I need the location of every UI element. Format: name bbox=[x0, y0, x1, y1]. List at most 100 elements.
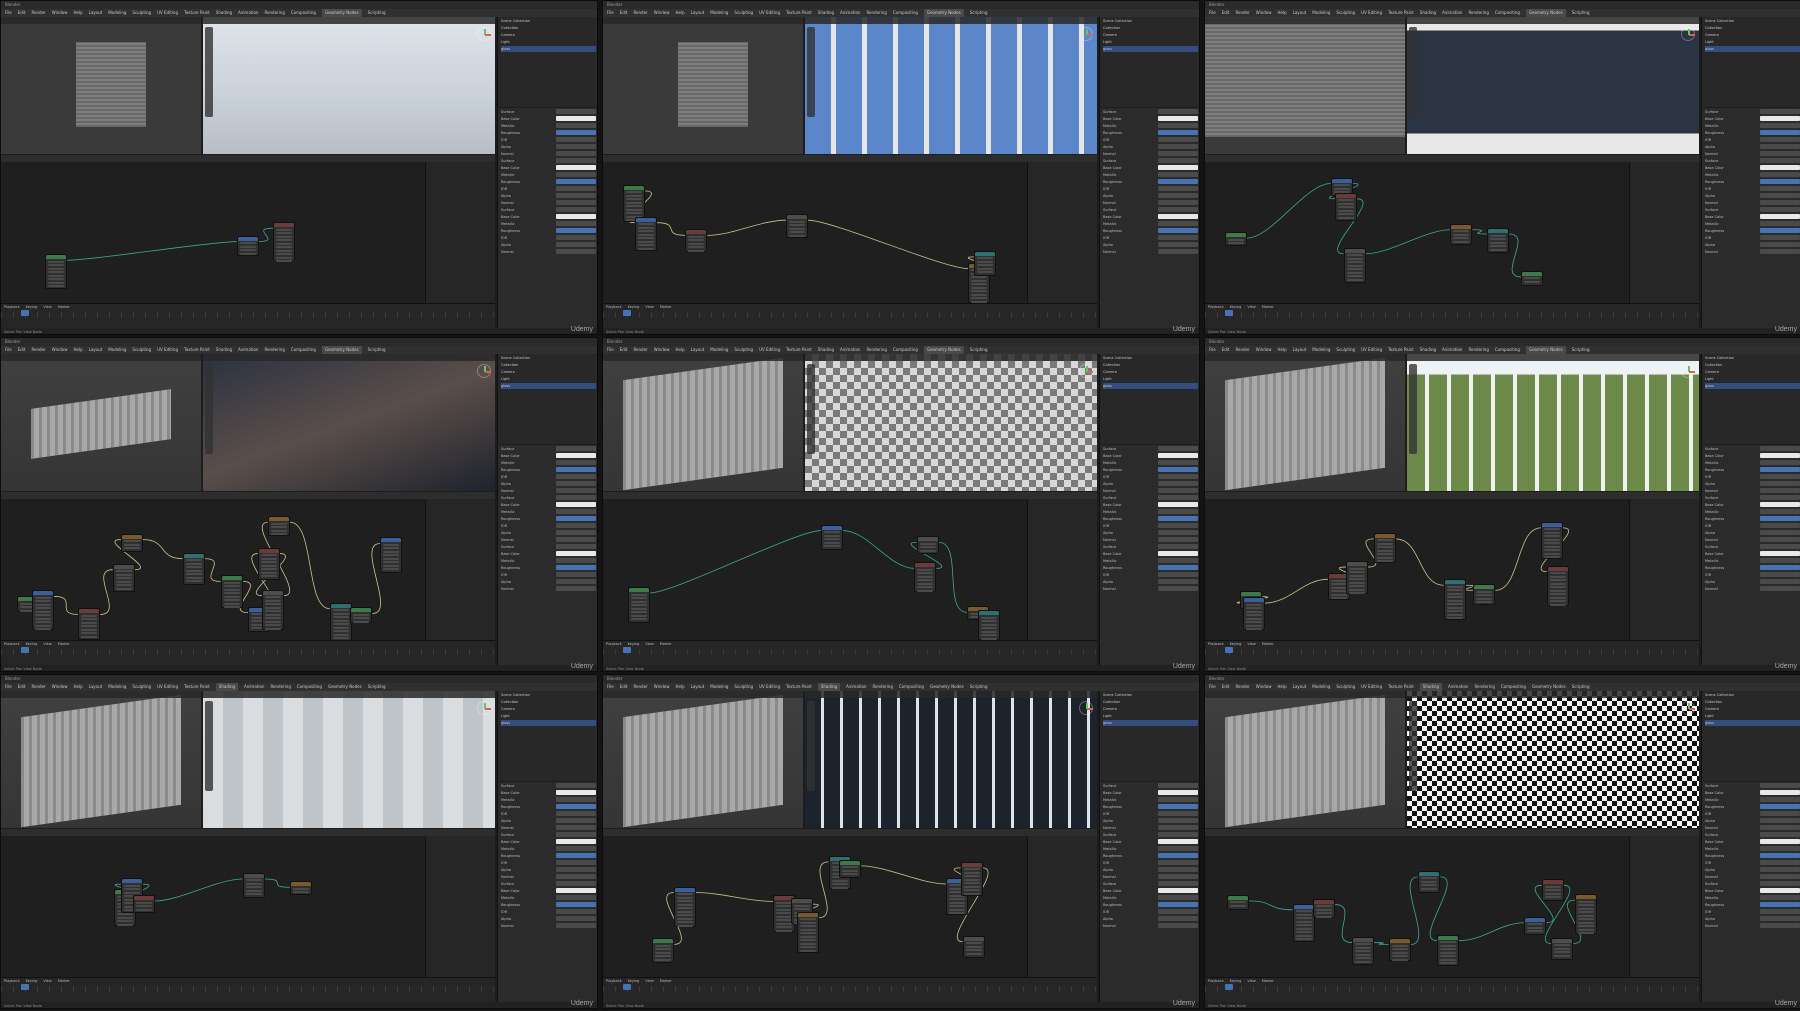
menu-item-scripting[interactable]: Scripting bbox=[368, 683, 386, 691]
node[interactable] bbox=[1540, 521, 1563, 559]
property-value[interactable] bbox=[1760, 523, 1800, 528]
toolbar[interactable] bbox=[807, 364, 815, 454]
property-value[interactable] bbox=[1158, 867, 1198, 872]
menu-item-window[interactable]: Window bbox=[52, 346, 68, 354]
property-row[interactable]: Normal bbox=[1103, 586, 1198, 592]
property-row[interactable]: Roughness bbox=[501, 179, 596, 185]
node[interactable] bbox=[268, 516, 290, 537]
menu-item-uv-editing[interactable]: UV Editing bbox=[157, 9, 178, 17]
property-value[interactable] bbox=[556, 818, 596, 823]
node[interactable] bbox=[796, 911, 819, 953]
menu-item-edit[interactable]: Edit bbox=[1222, 9, 1230, 17]
property-row[interactable]: Metallic bbox=[1103, 172, 1198, 178]
property-row[interactable]: IOR bbox=[1705, 523, 1800, 529]
menu-item-sculpting[interactable]: Sculpting bbox=[734, 683, 753, 691]
outliner-row[interactable]: Scene Collection bbox=[1103, 18, 1198, 24]
property-value[interactable] bbox=[1760, 832, 1800, 837]
property-row[interactable]: Surface bbox=[1103, 832, 1198, 838]
property-row[interactable]: Roughness bbox=[501, 853, 596, 859]
property-row[interactable]: Base Color bbox=[1103, 453, 1198, 459]
property-row[interactable]: IOR bbox=[1103, 186, 1198, 192]
menu-item-rendering[interactable]: Rendering bbox=[1468, 9, 1488, 17]
outliner-row[interactable]: Camera bbox=[1705, 369, 1800, 375]
property-value[interactable] bbox=[1760, 516, 1800, 521]
property-row[interactable]: Base Color bbox=[1705, 888, 1800, 894]
timeline-menu-item[interactable]: View bbox=[43, 304, 51, 311]
node-editor[interactable] bbox=[1205, 829, 1699, 977]
property-value[interactable] bbox=[556, 151, 596, 156]
menu-item-animation[interactable]: Animation bbox=[840, 9, 860, 17]
property-value[interactable] bbox=[1158, 214, 1198, 219]
property-row[interactable]: Roughness bbox=[501, 902, 596, 908]
node[interactable] bbox=[1524, 916, 1547, 935]
property-value[interactable] bbox=[556, 193, 596, 198]
property-value[interactable] bbox=[1158, 474, 1198, 479]
outliner-row[interactable]: Camera bbox=[1705, 706, 1800, 712]
property-value[interactable] bbox=[556, 481, 596, 486]
timeline[interactable]: Playback Keying View Marker bbox=[1205, 640, 1699, 665]
property-value[interactable] bbox=[1158, 158, 1198, 163]
property-row[interactable]: Alpha bbox=[1103, 916, 1198, 922]
outliner-row[interactable]: Light bbox=[1103, 39, 1198, 45]
outliner-row[interactable]: Scene Collection bbox=[501, 692, 596, 698]
property-value[interactable] bbox=[556, 895, 596, 900]
property-row[interactable]: IOR bbox=[1705, 137, 1800, 143]
property-row[interactable]: Surface bbox=[1103, 109, 1198, 115]
node[interactable] bbox=[673, 886, 696, 927]
property-value[interactable] bbox=[1158, 481, 1198, 486]
outliner-row[interactable]: Scene Collection bbox=[1705, 692, 1800, 698]
property-value[interactable] bbox=[1158, 530, 1198, 535]
property-value[interactable] bbox=[1158, 228, 1198, 233]
timeline-menu-item[interactable]: Marker bbox=[1262, 641, 1274, 648]
menu-item-shading[interactable]: Shading bbox=[216, 9, 232, 17]
property-row[interactable]: IOR bbox=[1705, 909, 1800, 915]
property-row[interactable]: Base Color bbox=[1705, 551, 1800, 557]
property-row[interactable]: Roughness bbox=[501, 804, 596, 810]
menu-item-compositing[interactable]: Compositing bbox=[291, 9, 316, 17]
menu-item-render[interactable]: Render bbox=[1235, 683, 1249, 691]
menu-item-modeling[interactable]: Modeling bbox=[1312, 346, 1330, 354]
property-value[interactable] bbox=[1760, 242, 1800, 247]
menu-item-texture-paint[interactable]: Texture Paint bbox=[786, 9, 812, 17]
timeline-menu-item[interactable]: Marker bbox=[660, 978, 672, 985]
property-row[interactable]: Alpha bbox=[1705, 530, 1800, 536]
outliner-row[interactable]: Collection bbox=[501, 25, 596, 31]
property-value[interactable] bbox=[556, 537, 596, 542]
node[interactable] bbox=[1343, 247, 1366, 283]
property-row[interactable]: Base Color bbox=[1103, 551, 1198, 557]
property-value[interactable] bbox=[1158, 200, 1198, 205]
property-value[interactable] bbox=[1760, 839, 1800, 844]
property-row[interactable]: Metallic bbox=[1103, 846, 1198, 852]
property-value[interactable] bbox=[1158, 207, 1198, 212]
property-value[interactable] bbox=[556, 916, 596, 921]
property-value[interactable] bbox=[1158, 909, 1198, 914]
property-row[interactable]: Surface bbox=[1103, 495, 1198, 501]
outliner-row[interactable]: glass bbox=[501, 383, 596, 389]
property-value[interactable] bbox=[1158, 130, 1198, 135]
property-value[interactable] bbox=[556, 874, 596, 879]
property-row[interactable]: IOR bbox=[501, 235, 596, 241]
property-row[interactable]: Alpha bbox=[1103, 867, 1198, 873]
menu-item-geometry-nodes[interactable]: Geometry Nodes bbox=[1532, 683, 1566, 691]
property-row[interactable]: Base Color bbox=[501, 453, 596, 459]
menu-item-animation[interactable]: Animation bbox=[846, 683, 866, 691]
menu-item-window[interactable]: Window bbox=[654, 683, 670, 691]
outliner-row[interactable]: glass bbox=[1705, 46, 1800, 52]
node[interactable] bbox=[960, 861, 983, 896]
timeline-ruler[interactable] bbox=[1, 312, 495, 318]
timeline-menu-item[interactable]: Marker bbox=[1262, 978, 1274, 985]
property-value[interactable] bbox=[556, 523, 596, 528]
menu-item-texture-paint[interactable]: Texture Paint bbox=[1388, 683, 1414, 691]
outliner-row[interactable]: Light bbox=[1103, 713, 1198, 719]
property-row[interactable]: Alpha bbox=[1103, 818, 1198, 824]
property-value[interactable] bbox=[556, 109, 596, 114]
menu-item-geometry-nodes[interactable]: Geometry Nodes bbox=[930, 683, 964, 691]
property-row[interactable]: Alpha bbox=[1705, 818, 1800, 824]
node[interactable] bbox=[1226, 894, 1249, 910]
property-value[interactable] bbox=[1158, 453, 1198, 458]
node[interactable] bbox=[916, 536, 939, 555]
property-row[interactable]: Normal bbox=[1103, 200, 1198, 206]
node[interactable] bbox=[112, 563, 135, 592]
menu-item-shading[interactable]: Shading bbox=[1420, 346, 1436, 354]
menu-item-compositing[interactable]: Compositing bbox=[1495, 346, 1520, 354]
